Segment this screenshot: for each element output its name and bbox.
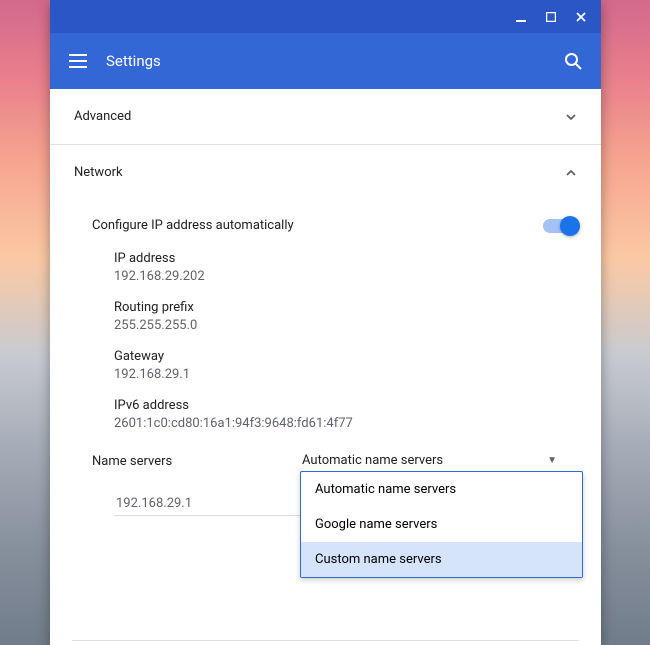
name-servers-select-wrap: Automatic name servers ▼ Automatic name … xyxy=(300,449,577,474)
ip-address-value: 192.168.29.202 xyxy=(114,269,577,284)
ip-address-label: IP address xyxy=(114,251,577,266)
name-servers-dropdown: Automatic name servers Google name serve… xyxy=(300,471,583,578)
app-title: Settings xyxy=(106,52,561,70)
routing-prefix-label: Routing prefix xyxy=(114,300,577,315)
minimize-button[interactable] xyxy=(507,3,535,31)
configure-ip-row: Configure IP address automatically xyxy=(74,200,577,239)
minimize-icon xyxy=(515,11,527,23)
ipv6-label: IPv6 address xyxy=(114,398,577,413)
app-bar: Settings xyxy=(50,33,601,89)
maximize-icon xyxy=(546,12,556,22)
chevron-up-icon xyxy=(565,167,577,179)
chevron-down-icon xyxy=(565,111,577,123)
close-icon xyxy=(575,11,587,23)
gateway-field: Gateway 192.168.29.1 xyxy=(74,337,577,386)
network-section-body: Configure IP address automatically IP ad… xyxy=(50,200,601,528)
section-advanced-label: Advanced xyxy=(74,109,131,124)
gateway-label: Gateway xyxy=(114,349,577,364)
name-servers-label: Name servers xyxy=(92,454,292,469)
dropdown-option-google[interactable]: Google name servers xyxy=(301,507,582,542)
section-advanced[interactable]: Advanced xyxy=(50,89,601,144)
ipv6-field: IPv6 address 2601:1c0:cd80:16a1:94f3:964… xyxy=(74,386,577,435)
ip-address-field: IP address 192.168.29.202 xyxy=(74,239,577,288)
dropdown-option-automatic[interactable]: Automatic name servers xyxy=(301,472,582,507)
search-icon xyxy=(564,52,582,70)
section-network-label: Network xyxy=(74,165,123,180)
dropdown-option-custom[interactable]: Custom name servers xyxy=(301,542,582,577)
section-network[interactable]: Network xyxy=(50,145,601,200)
menu-button[interactable] xyxy=(66,49,90,73)
settings-window: Settings Advanced Network xyxy=(50,0,601,645)
window-titlebar xyxy=(50,0,601,33)
gateway-value: 192.168.29.1 xyxy=(114,367,577,382)
dropdown-triangle-icon: ▼ xyxy=(547,455,557,466)
routing-prefix-field: Routing prefix 255.255.255.0 xyxy=(74,288,577,337)
routing-prefix-value: 255.255.255.0 xyxy=(114,318,577,333)
ipv6-value: 2601:1c0:cd80:16a1:94f3:9648:fd61:4f77 xyxy=(114,416,577,431)
content-area: Advanced Network Configure IP address au… xyxy=(50,89,601,645)
hamburger-icon xyxy=(69,54,87,68)
configure-ip-label: Configure IP address automatically xyxy=(92,218,294,233)
search-button[interactable] xyxy=(561,49,585,73)
name-servers-selected: Automatic name servers xyxy=(302,453,443,468)
configure-ip-toggle[interactable] xyxy=(543,219,577,233)
name-servers-row: Name servers Automatic name servers ▼ Au… xyxy=(74,435,577,474)
close-button[interactable] xyxy=(567,3,595,31)
divider xyxy=(72,640,579,641)
desktop-background: Settings Advanced Network xyxy=(0,0,650,645)
maximize-button[interactable] xyxy=(537,3,565,31)
